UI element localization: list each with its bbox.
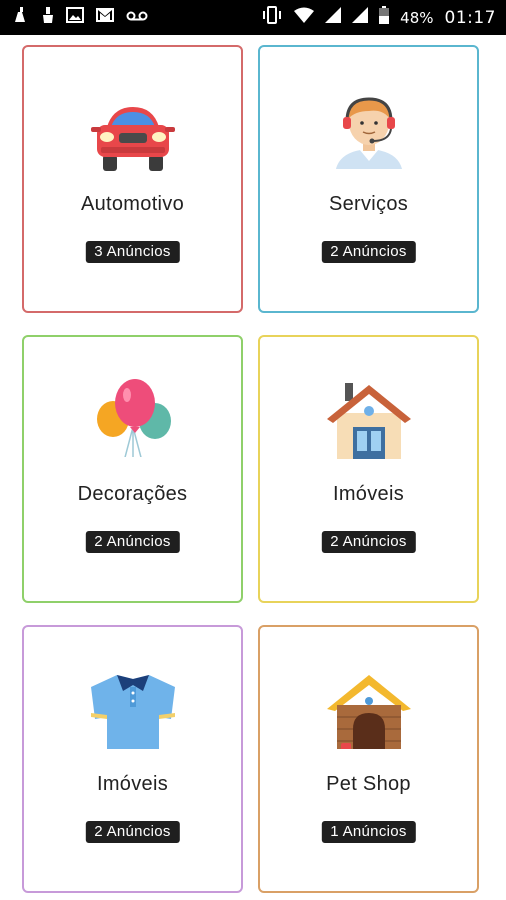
category-card-imoveis[interactable]: Imóveis 2 Anúncios xyxy=(258,335,479,603)
support-agent-icon xyxy=(319,97,419,177)
doghouse-icon xyxy=(319,675,419,757)
category-card-pet-shop[interactable]: Pet Shop 1 Anúncios xyxy=(258,625,479,893)
listing-count-badge: 2 Anúncios xyxy=(321,241,416,263)
car-icon xyxy=(83,97,183,177)
category-name: Pet Shop xyxy=(326,773,411,795)
category-card-decoracoes[interactable]: Decorações 2 Anúncios xyxy=(22,335,243,603)
category-card-servicos[interactable]: Serviços 2 Anúncios xyxy=(258,45,479,313)
category-name: Decorações xyxy=(77,483,188,505)
listing-count-badge: 3 Anúncios xyxy=(85,241,180,263)
category-card-imoveis-2[interactable]: Imóveis 2 Anúncios xyxy=(22,625,243,893)
house-icon xyxy=(319,383,419,467)
balloons-icon xyxy=(83,379,183,467)
shirt-icon xyxy=(83,675,183,757)
listing-count-badge: 2 Anúncios xyxy=(321,531,416,553)
listing-count-badge: 2 Anúncios xyxy=(85,531,180,553)
category-grid: Automotivo 3 Anúncios Serviços 2 Anúncio xyxy=(0,0,506,900)
category-name: Imóveis xyxy=(96,773,168,795)
category-card-automotivo[interactable]: Automotivo 3 Anúncios xyxy=(22,45,243,313)
category-name: Serviços xyxy=(328,193,409,215)
category-name: Imóveis xyxy=(332,483,404,505)
listing-count-badge: 1 Anúncios xyxy=(321,821,416,843)
category-name: Automotivo xyxy=(80,193,185,215)
listing-count-badge: 2 Anúncios xyxy=(85,821,180,843)
